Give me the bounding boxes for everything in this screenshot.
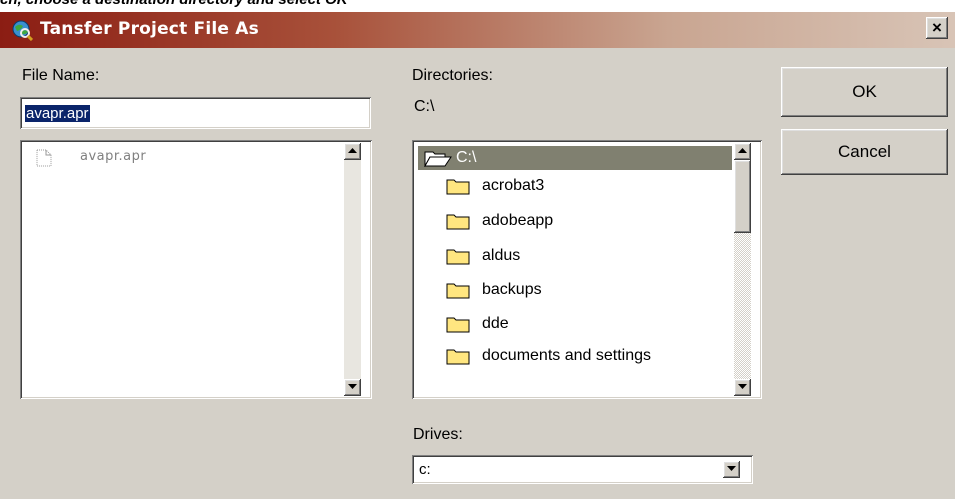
document-icon <box>36 149 52 167</box>
directory-name: adobeapp <box>482 212 554 229</box>
cancel-button[interactable]: Cancel <box>781 129 948 175</box>
scroll-down-button[interactable] <box>734 379 751 396</box>
file-name-text: avapr.apr <box>80 149 147 164</box>
directory-scrollbar[interactable] <box>734 143 751 396</box>
title-bar[interactable]: Tansfer Project File As <box>0 12 955 48</box>
folder-icon <box>446 349 470 365</box>
file-list[interactable] <box>20 140 372 399</box>
file-name-value: avapr.apr <box>25 105 90 122</box>
arrow-up-icon <box>738 148 747 153</box>
chevron-down-icon <box>727 466 736 471</box>
window-title: Tansfer Project File As <box>40 19 259 39</box>
drives-select[interactable]: c: <box>412 455 753 484</box>
directory-name: documents and settings <box>482 347 651 364</box>
directory-name: acrobat3 <box>482 177 545 194</box>
directory-name: dde <box>482 315 509 332</box>
folder-icon <box>446 249 470 265</box>
arrow-up-icon <box>348 148 357 153</box>
globe-app-icon <box>12 20 33 41</box>
arrow-down-icon <box>348 384 357 389</box>
folder-icon <box>446 317 470 333</box>
drives-label: Drives: <box>413 426 463 443</box>
directories-label: Directories: <box>412 67 493 84</box>
current-path: C:\ <box>414 98 435 115</box>
open-folder-icon <box>424 151 452 167</box>
close-button[interactable]: × <box>926 17 948 39</box>
caption-text: ch, choose a destination directory and s… <box>0 0 348 8</box>
directory-name: backups <box>482 281 542 298</box>
scroll-down-button[interactable] <box>344 379 361 396</box>
scroll-up-button[interactable] <box>734 143 751 160</box>
arrow-down-icon <box>738 384 747 389</box>
drives-value: c: <box>419 461 431 478</box>
caption-strip: ch, choose a destination directory and s… <box>0 0 955 12</box>
root-label: C:\ <box>456 149 477 166</box>
file-name-input[interactable]: avapr.apr <box>20 97 371 129</box>
dropdown-button[interactable] <box>723 461 740 478</box>
folder-icon <box>446 179 470 195</box>
file-name-label: File Name: <box>22 67 100 84</box>
scroll-up-button[interactable] <box>344 143 361 160</box>
file-list-scrollbar[interactable] <box>344 143 361 396</box>
scroll-thumb[interactable] <box>734 160 751 233</box>
folder-icon <box>446 283 470 299</box>
directory-root-item[interactable]: C:\ <box>418 146 732 170</box>
ok-button[interactable]: OK <box>781 67 948 117</box>
directory-name: aldus <box>482 247 521 264</box>
folder-icon <box>446 214 470 230</box>
